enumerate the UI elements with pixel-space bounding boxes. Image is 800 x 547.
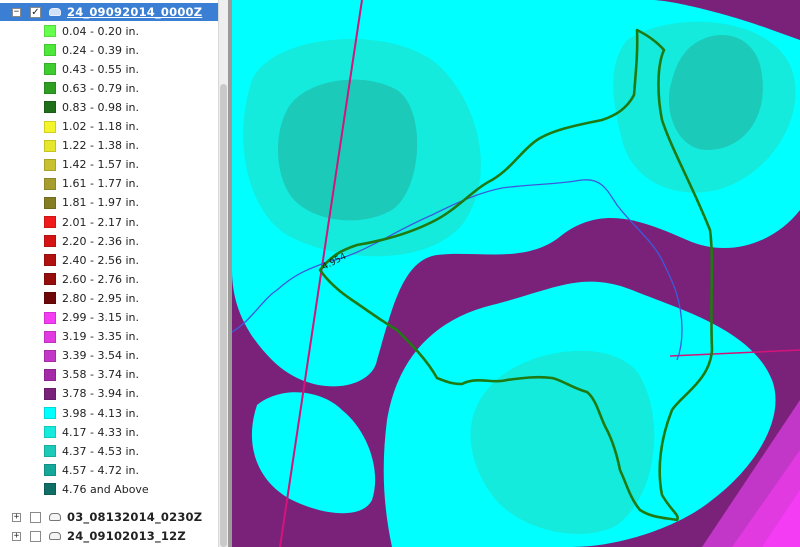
legend-item: 2.20 - 2.36 in. (44, 232, 214, 250)
legend-label: 4.37 - 4.53 in. (62, 444, 139, 458)
layer-visibility-checkbox[interactable] (30, 511, 41, 523)
legend-swatch (44, 273, 56, 286)
legend-label: 1.02 - 1.18 in. (62, 120, 139, 133)
legend-swatch (44, 311, 56, 324)
layer-name[interactable]: 24_09102013_12Z (67, 529, 186, 543)
legend-item: 1.42 - 1.57 in. (44, 156, 214, 174)
legend-swatch (44, 292, 56, 305)
legend-item: 1.02 - 1.18 in. (44, 118, 214, 136)
legend-swatch (44, 139, 56, 152)
legend-item: 3.58 - 3.74 in. (44, 366, 214, 384)
legend-label: 0.43 - 0.55 in. (62, 62, 139, 76)
legend-swatch (44, 216, 56, 228)
layer-row[interactable]: +24_09102013_12Z (0, 527, 218, 545)
legend-label: 0.04 - 0.20 in. (62, 24, 139, 38)
legend-swatch (44, 349, 56, 362)
scrollbar-thumb[interactable] (220, 84, 227, 547)
expand-toggle[interactable]: + (12, 531, 21, 541)
legend-swatch (44, 483, 56, 496)
legend-swatch (44, 25, 56, 37)
legend-item: 4.76 and Above (44, 480, 214, 498)
legend-item: 2.01 - 2.17 in. (44, 213, 214, 231)
legend-swatch (44, 330, 56, 343)
layer-name[interactable]: 24_09092014_0000Z (67, 5, 202, 19)
legend-label: 1.61 - 1.77 in. (62, 177, 139, 191)
layer-row[interactable]: +03_08132014_0230Z (0, 508, 218, 526)
legend-item: 0.83 - 0.98 in. (44, 98, 214, 116)
legend-item: 2.99 - 3.15 in. (44, 309, 214, 327)
legend-item: 1.22 - 1.38 in. (44, 137, 214, 155)
layer-icon (49, 8, 61, 16)
legend-swatch (44, 158, 56, 171)
legend-label: 2.20 - 2.36 in. (62, 234, 139, 248)
legend-label: 0.24 - 0.39 in. (62, 43, 139, 57)
legend-label: 1.22 - 1.38 in. (62, 139, 139, 153)
legend-label: 4.17 - 4.33 in. (62, 425, 139, 439)
legend-label: 1.81 - 1.97 in. (62, 196, 139, 210)
map-view[interactable]: 4.954 (232, 0, 800, 547)
legend-label: 0.83 - 0.98 in. (62, 100, 139, 114)
legend-swatch (44, 254, 56, 267)
legend-swatch (44, 177, 56, 190)
legend-item: 2.60 - 2.76 in. (44, 270, 214, 288)
legend-label: 1.42 - 1.57 in. (62, 158, 139, 172)
legend-swatch (44, 44, 56, 57)
legend-swatch (44, 445, 56, 458)
legend-label: 2.01 - 2.17 in. (62, 215, 139, 229)
legend-item: 1.61 - 1.77 in. (44, 175, 214, 193)
legend-item: 1.81 - 1.97 in. (44, 194, 214, 212)
legend-swatch (44, 82, 56, 95)
legend-label: 3.98 - 4.13 in. (62, 406, 139, 420)
legend-item: 4.37 - 4.53 in. (44, 442, 214, 460)
legend-label: 2.80 - 2.95 in. (62, 291, 139, 305)
layer-legend-panel: − ✓ 24_09092014_0000Z +03_08132014_0230Z +24… (0, 0, 218, 547)
legend-swatch (44, 120, 56, 133)
legend-item: 4.57 - 4.72 in. (44, 461, 214, 479)
legend-swatch (44, 101, 56, 114)
legend-swatch (44, 426, 56, 439)
legend-item: 2.40 - 2.56 in. (44, 251, 214, 269)
legend-label: 3.78 - 3.94 in. (62, 387, 139, 401)
layer-name[interactable]: 03_08132014_0230Z (67, 510, 202, 524)
legend-swatch (44, 235, 56, 248)
legend-swatch (44, 368, 56, 381)
legend-label: 4.57 - 4.72 in. (62, 463, 139, 477)
legend-item: 0.24 - 0.39 in. (44, 41, 214, 59)
legend-item: 0.43 - 0.55 in. (44, 60, 214, 78)
precipitation-map[interactable]: 4.954 (232, 0, 800, 547)
layer-icon (49, 532, 61, 540)
expand-toggle[interactable]: − (12, 7, 21, 17)
legend-label: 3.19 - 3.35 in. (62, 330, 139, 344)
legend-label: 3.39 - 3.54 in. (62, 349, 139, 363)
legend-item: 3.19 - 3.35 in. (44, 328, 214, 346)
legend-swatch (44, 407, 56, 419)
legend-item: 0.04 - 0.20 in. (44, 22, 214, 40)
legend-label: 2.40 - 2.56 in. (62, 253, 139, 267)
legend-label: 4.76 and Above (62, 482, 149, 496)
legend-label: 0.63 - 0.79 in. (62, 81, 139, 95)
legend-label: 2.60 - 2.76 in. (62, 272, 139, 286)
legend-item: 0.63 - 0.79 in. (44, 79, 214, 97)
legend-item: 3.39 - 3.54 in. (44, 347, 214, 365)
legend-item: 3.98 - 4.13 in. (44, 404, 214, 422)
layer-row[interactable]: − ✓ 24_09092014_0000Z (0, 3, 218, 21)
legend-swatch (44, 387, 56, 400)
layer-visibility-checkbox[interactable] (30, 530, 41, 542)
legend-item: 3.78 - 3.94 in. (44, 385, 214, 403)
layer-icon (49, 513, 61, 521)
layer-visibility-checkbox[interactable]: ✓ (30, 6, 41, 18)
legend-swatch (44, 464, 56, 477)
legend-label: 2.99 - 3.15 in. (62, 311, 139, 324)
legend-swatch (44, 196, 56, 209)
legend-item: 2.80 - 2.95 in. (44, 289, 214, 307)
expand-toggle[interactable]: + (12, 512, 21, 522)
legend-swatch (44, 63, 56, 76)
legend-item: 4.17 - 4.33 in. (44, 423, 214, 441)
legend-label: 3.58 - 3.74 in. (62, 368, 139, 382)
